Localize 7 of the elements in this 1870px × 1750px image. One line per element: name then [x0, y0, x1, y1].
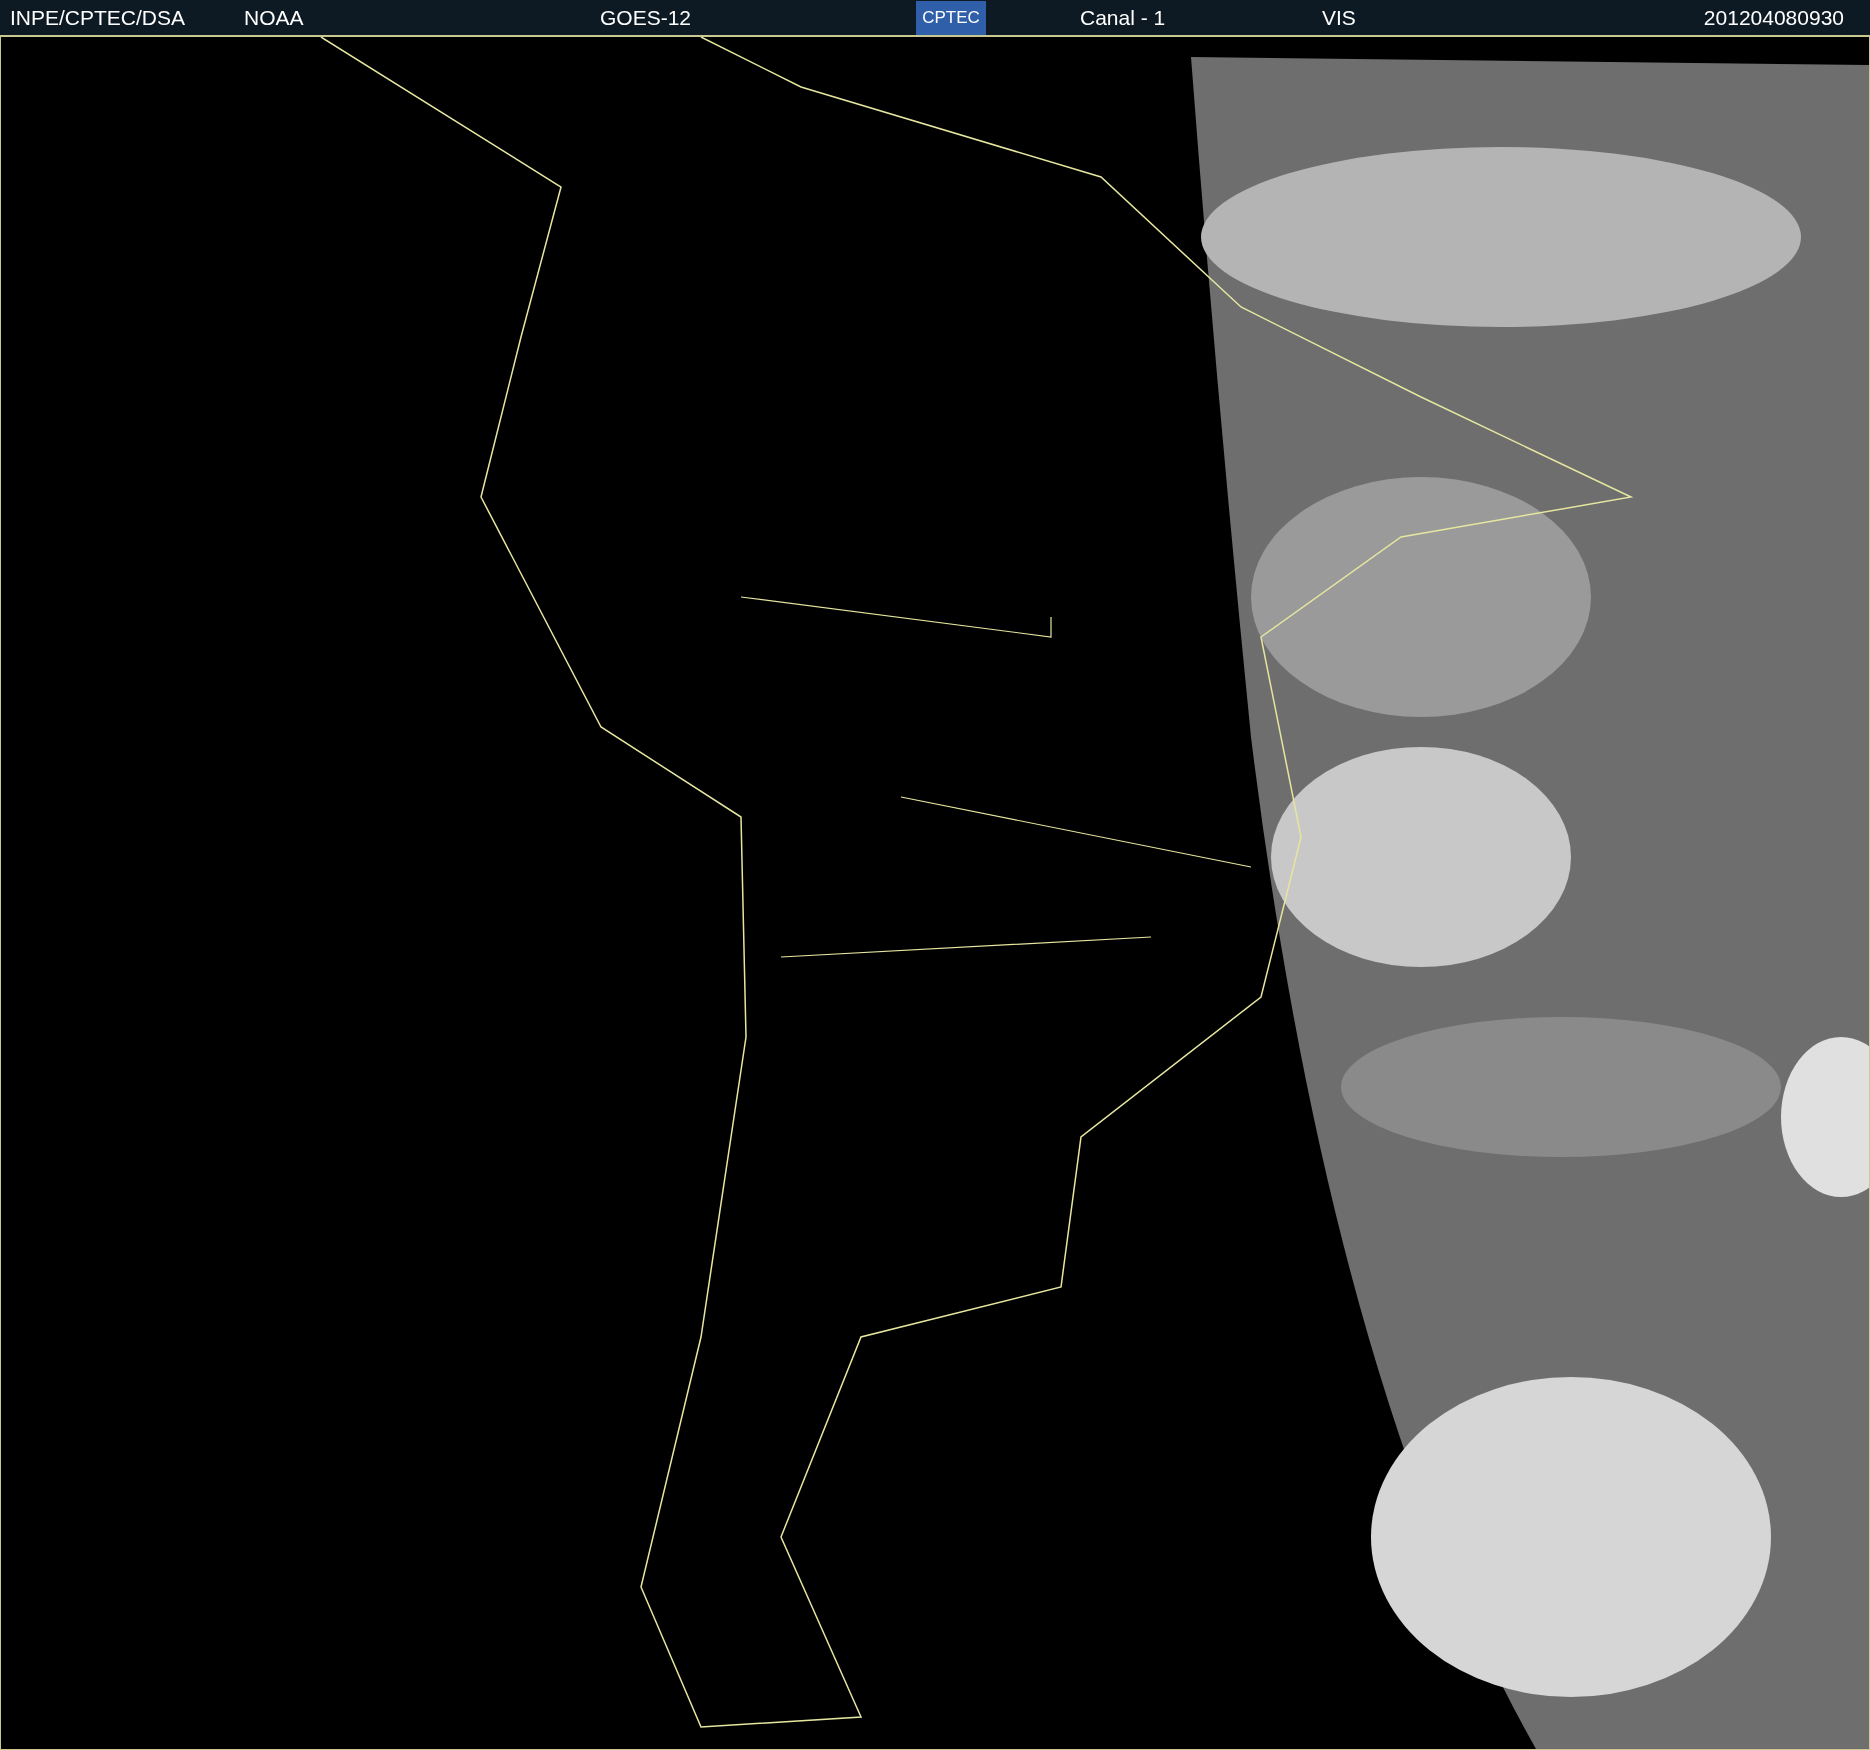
channel-label: Canal - 1 [1080, 4, 1166, 31]
satellite-label: GOES-12 [600, 4, 692, 31]
timestamp-label: 201204080930 [1703, 4, 1844, 31]
logo: CPTEC [916, 1, 986, 35]
agency-label: INPE/CPTEC/DSA [10, 4, 186, 31]
source-label: NOAA [244, 4, 304, 31]
band-label: VIS [1322, 4, 1356, 31]
